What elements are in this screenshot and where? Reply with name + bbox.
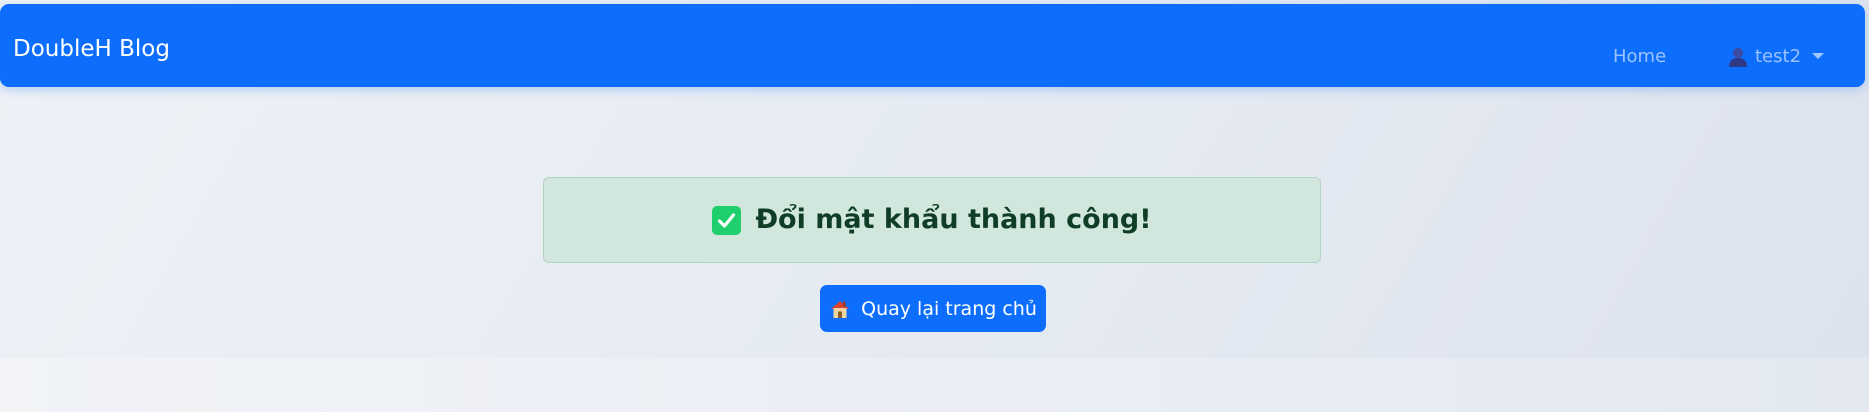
user-dropdown-toggle[interactable]: test2: [1728, 43, 1825, 71]
user-name: test2: [1755, 46, 1802, 67]
user-icon: [1728, 46, 1748, 68]
nav-home-link[interactable]: Home: [1613, 45, 1666, 69]
alert-message: Đổi mật khẩu thành công!: [755, 204, 1152, 235]
back-home-label: Quay lại trang chủ: [861, 297, 1037, 320]
house-icon: [829, 298, 851, 320]
top-navbar: DoubleH Blog Home test2: [0, 4, 1865, 87]
brand-link[interactable]: DoubleH Blog: [13, 35, 170, 63]
back-home-button[interactable]: Quay lại trang chủ: [820, 285, 1046, 332]
check-icon: [712, 205, 742, 235]
success-alert: Đổi mật khẩu thành công!: [543, 177, 1321, 263]
chevron-down-icon: [1812, 53, 1825, 59]
page-footer-area: [0, 358, 1869, 412]
